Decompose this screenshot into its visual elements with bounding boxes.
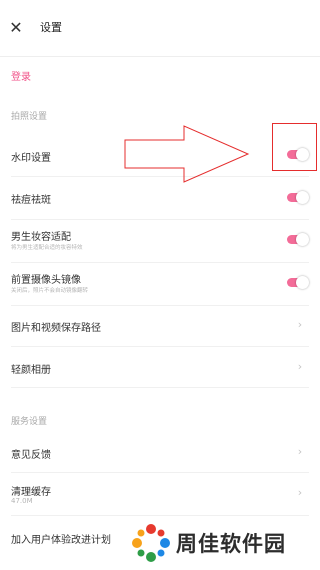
page-title: 设置 [40, 21, 62, 34]
chevron-right-icon: › [297, 360, 303, 373]
site-watermark: 周佳软件园 [128, 520, 318, 566]
acne-removal-toggle[interactable] [287, 191, 309, 204]
row-subtitle: 将为男生适配合适的妆容特效 [11, 245, 83, 251]
cache-size: 47.0M [11, 497, 33, 505]
row-title: 加入用户体验改进计划 [11, 535, 111, 546]
chevron-right-icon: › [297, 486, 303, 499]
male-makeup-row[interactable]: 男生妆容适配 将为男生适配合适的妆容特效 [11, 220, 309, 262]
row-title: 男生妆容适配 [11, 232, 71, 243]
toggle-knob [296, 191, 309, 204]
row-title: 祛痘祛斑 [11, 195, 51, 206]
save-path-row[interactable]: 图片和视频保存路径 › [11, 306, 309, 346]
top-bar: ✕ 设置 [0, 0, 320, 57]
chevron-right-icon: › [297, 318, 303, 331]
row-title: 图片和视频保存路径 [11, 323, 101, 334]
clear-cache-row[interactable]: 清理缓存 47.0M › [11, 473, 309, 515]
annotation-arrow [124, 125, 250, 183]
close-icon[interactable]: ✕ [8, 18, 24, 38]
row-title: 水印设置 [11, 153, 51, 164]
front-camera-mirror-toggle[interactable] [287, 276, 309, 289]
row-title: 轻颜相册 [11, 365, 51, 376]
row-subtitle: 关闭后，照片不会自动镜像翻转 [11, 288, 89, 294]
toggle-knob [296, 276, 309, 289]
row-title: 意见反馈 [11, 450, 51, 461]
toggle-knob [296, 233, 309, 246]
row-title: 前置摄像头镜像 [11, 275, 81, 286]
male-makeup-toggle[interactable] [287, 233, 309, 246]
front-camera-mirror-row[interactable]: 前置摄像头镜像 关闭后，照片不会自动镜像翻转 [11, 263, 309, 305]
annotation-highlight-box [272, 123, 317, 171]
row-title: 清理缓存 [11, 487, 51, 498]
watermark-logo-icon [132, 524, 170, 562]
login-link[interactable]: 登录 [11, 68, 31, 83]
album-row[interactable]: 轻颜相册 › [11, 347, 309, 387]
section-label-service: 服务设置 [11, 417, 48, 427]
watermark-text: 周佳软件园 [176, 532, 286, 556]
feedback-row[interactable]: 意见反馈 › [11, 432, 309, 472]
section-label-photo: 拍照设置 [11, 112, 48, 122]
divider [11, 387, 309, 388]
chevron-right-icon: › [297, 445, 303, 458]
